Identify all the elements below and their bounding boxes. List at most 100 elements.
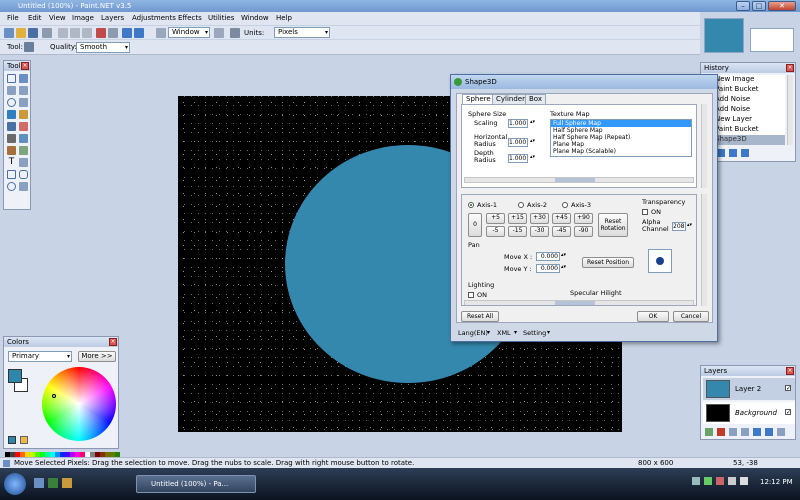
texture-option[interactable]: Half Sphere Map (Repeat) <box>551 134 691 141</box>
quicklaunch-icon[interactable] <box>48 478 58 488</box>
rotate-minus5-button[interactable]: -5 <box>486 226 505 237</box>
add-layer-icon[interactable] <box>705 428 713 436</box>
axis1-radio[interactable] <box>468 202 474 208</box>
lower-vscrollbar[interactable] <box>701 194 707 306</box>
movey-spinner-icon[interactable]: ▴▾ <box>561 264 566 270</box>
setting-menu[interactable]: Setting <box>523 329 546 337</box>
layer-visibility-checkbox[interactable]: ✓ <box>785 409 791 416</box>
units-dropdown[interactable]: Pixels ▾ <box>274 27 330 38</box>
maximize-button[interactable]: □ <box>752 1 766 11</box>
reset-position-button[interactable]: Reset Position <box>582 257 634 268</box>
tray-icon[interactable] <box>716 477 724 485</box>
setting-dropdown-icon[interactable]: ▾ <box>547 329 550 336</box>
history-item[interactable]: Add Noise <box>715 105 750 113</box>
mini-primary-swatch[interactable] <box>8 436 16 444</box>
tab-box[interactable]: Box <box>525 94 547 104</box>
zoom-in-icon[interactable] <box>214 28 224 38</box>
xml-menu[interactable]: XML <box>497 329 511 337</box>
swap-colors-icon[interactable] <box>20 436 28 444</box>
menu-file[interactable]: File <box>7 14 19 22</box>
rotate-minus45-button[interactable]: -45 <box>552 226 571 237</box>
tab-cylinder[interactable]: Cylinder <box>492 94 529 104</box>
layer-row[interactable]: Layer 2 ✓ <box>703 378 795 400</box>
freeform-shape-icon[interactable] <box>19 182 28 191</box>
volume-icon[interactable] <box>740 477 748 485</box>
more-colors-button[interactable]: More >> <box>78 351 116 362</box>
color-mode-dropdown[interactable]: Primary ▾ <box>8 351 72 362</box>
layer-properties-icon[interactable] <box>777 428 785 436</box>
texture-option-selected[interactable]: Full Sphere Map <box>551 120 691 127</box>
deselect-icon[interactable] <box>108 28 118 38</box>
rectangle-tool-icon[interactable] <box>7 170 16 179</box>
recolor-icon[interactable] <box>19 146 28 155</box>
magic-wand-icon[interactable] <box>19 98 28 107</box>
zoom-tool-icon[interactable] <box>19 86 28 95</box>
lower-hscroll-thumb[interactable] <box>555 301 595 305</box>
ellipse-select-icon[interactable] <box>7 98 16 107</box>
menu-utilities[interactable]: Utilities <box>208 14 234 22</box>
ok-button[interactable]: OK <box>637 311 669 322</box>
texture-map-list[interactable]: Full Sphere Map Half Sphere Map Half Sph… <box>550 119 692 157</box>
image-thumbnail-2[interactable] <box>750 28 794 52</box>
print-icon[interactable] <box>42 28 52 38</box>
axis2-radio[interactable] <box>518 202 524 208</box>
copy-icon[interactable] <box>70 28 80 38</box>
primary-color-swatch[interactable] <box>8 369 22 383</box>
layer-row[interactable]: Background ✓ <box>703 402 795 424</box>
rotate-minus30-button[interactable]: -30 <box>530 226 549 237</box>
text-tool-icon[interactable]: T <box>7 158 16 167</box>
menu-window[interactable]: Window <box>241 14 269 22</box>
move-selection-icon[interactable] <box>19 74 28 83</box>
paintbrush-icon[interactable] <box>7 122 16 131</box>
move-tool-icon[interactable] <box>24 42 34 52</box>
axis3-radio[interactable] <box>562 202 568 208</box>
movex-spinner-icon[interactable]: ▴▾ <box>561 252 566 258</box>
color-picker-icon[interactable] <box>19 134 28 143</box>
grid-icon[interactable] <box>230 28 240 38</box>
close-window-button[interactable]: ✕ <box>768 1 796 11</box>
window-dropdown[interactable]: Window ▾ <box>168 27 210 38</box>
history-item[interactable]: Paint Bucket <box>715 85 759 93</box>
history-undo-icon[interactable] <box>717 149 725 157</box>
tools-close-icon[interactable]: × <box>21 62 29 70</box>
zoom-icon[interactable] <box>156 28 166 38</box>
movex-input[interactable]: 0.000 <box>536 252 560 261</box>
sphere-panel-hscrollbar[interactable] <box>464 177 694 183</box>
merge-layer-icon[interactable] <box>741 428 749 436</box>
lower-hscrollbar[interactable] <box>464 300 694 305</box>
scaling-spinner-icon[interactable]: ▴▾ <box>530 119 535 125</box>
rotate-plus45-button[interactable]: +45 <box>552 213 571 224</box>
quicklaunch-icon[interactable] <box>34 478 44 488</box>
quality-dropdown[interactable]: Smooth ▾ <box>76 42 130 53</box>
paste-icon[interactable] <box>82 28 92 38</box>
menu-layers[interactable]: Layers <box>101 14 124 22</box>
rotate-plus90-button[interactable]: +90 <box>574 213 593 224</box>
layer-visibility-checkbox[interactable]: ✓ <box>785 385 791 392</box>
line-tool-icon[interactable] <box>19 158 28 167</box>
redo-icon[interactable] <box>134 28 144 38</box>
hscroll-thumb[interactable] <box>555 178 595 182</box>
reset-all-button[interactable]: Reset All <box>461 311 499 322</box>
eraser-icon[interactable] <box>19 122 28 131</box>
tray-icon[interactable] <box>728 477 736 485</box>
rotate-minus15-button[interactable]: -15 <box>508 226 527 237</box>
duplicate-layer-icon[interactable] <box>729 428 737 436</box>
alpha-spinner-icon[interactable]: ▴▾ <box>687 222 692 228</box>
rounded-rectangle-icon[interactable] <box>19 170 28 179</box>
tray-icon[interactable] <box>692 477 700 485</box>
image-thumbnail[interactable] <box>704 18 744 53</box>
open-icon[interactable] <box>16 28 26 38</box>
depth-input[interactable]: 1.000 <box>508 154 528 163</box>
texture-option[interactable]: Plane Map (Scalable) <box>551 148 691 155</box>
clone-stamp-icon[interactable] <box>7 146 16 155</box>
transparency-checkbox[interactable] <box>642 209 648 215</box>
tab-sphere[interactable]: Sphere <box>462 94 495 104</box>
reset-rotation-button[interactable]: Reset Rotation <box>598 213 628 237</box>
lang-dropdown-icon[interactable]: ▾ <box>487 329 490 336</box>
layers-close-icon[interactable]: × <box>786 367 794 375</box>
cancel-button[interactable]: Cancel <box>673 311 709 322</box>
rotate-plus5-button[interactable]: +5 <box>486 213 505 224</box>
xml-dropdown-icon[interactable]: ▾ <box>514 329 517 336</box>
new-icon[interactable] <box>4 28 14 38</box>
depth-spinner-icon[interactable]: ▴▾ <box>530 154 535 160</box>
